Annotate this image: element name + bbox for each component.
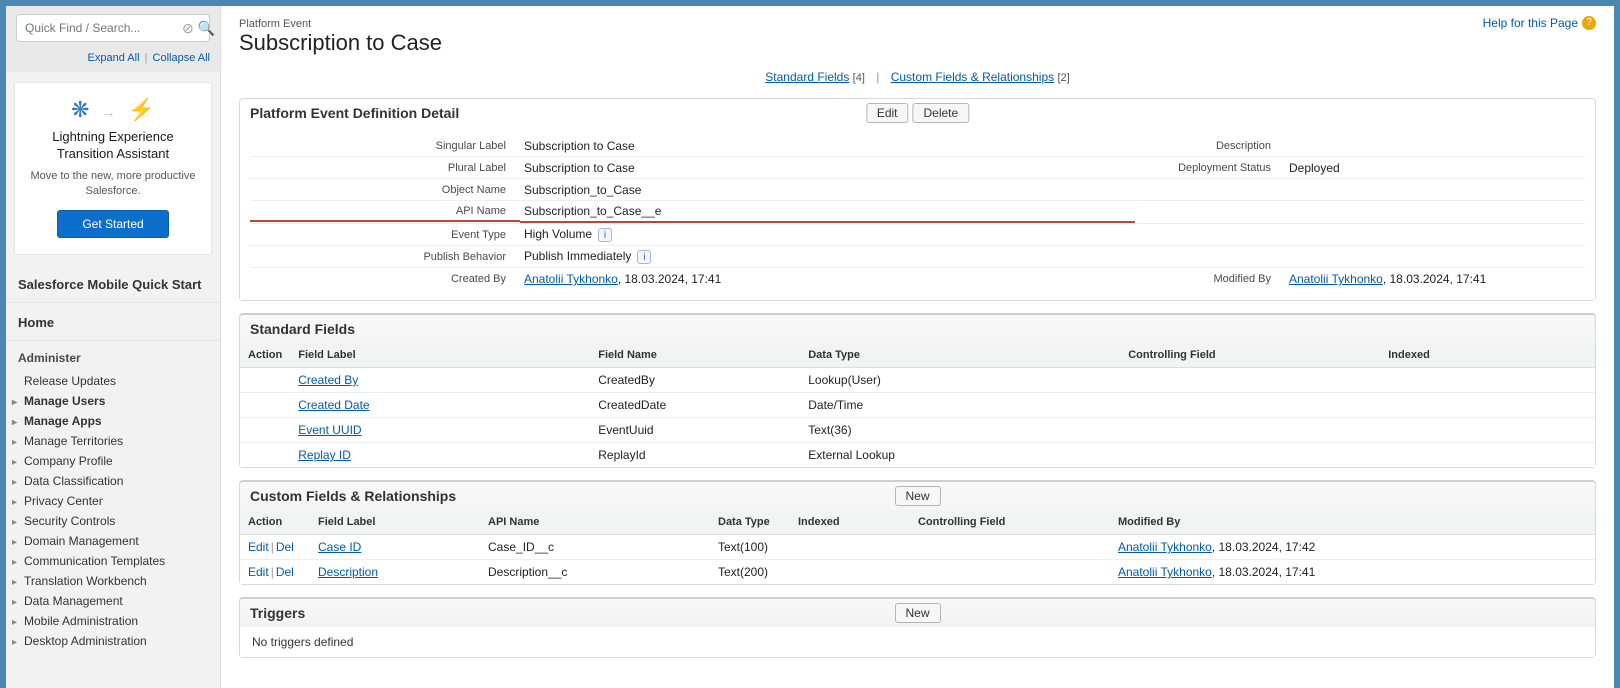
flower-icon: ❋ <box>71 97 89 122</box>
singular-label-value: Subscription to Case <box>520 136 1135 156</box>
definition-detail-heading: Platform Event Definition Detail <box>250 105 459 121</box>
sidebar-item[interactable]: Mobile Administration <box>24 611 220 631</box>
event-type-value: High Volumei <box>520 224 1135 245</box>
triggers-heading: Triggers <box>250 605 305 621</box>
table-row: Created DateCreatedDateDate/Time <box>240 393 1595 418</box>
sidebar-item[interactable]: Data Classification <box>24 471 220 491</box>
new-field-button[interactable]: New <box>894 486 940 506</box>
table-row: Edit|DelCase IDCase_ID__cText(100)Anatol… <box>240 535 1595 560</box>
definition-detail-section: Platform Event Definition Detail Edit De… <box>239 98 1596 301</box>
custom-fields-section: Custom Fields & Relationships New Action… <box>239 480 1596 585</box>
table-row: Edit|DelDescriptionDescription__cText(20… <box>240 560 1595 585</box>
custom-fields-heading: Custom Fields & Relationships <box>250 488 456 504</box>
delete-button[interactable]: Delete <box>913 103 970 123</box>
sidebar-item[interactable]: Company Profile <box>24 451 220 471</box>
sidebar-item[interactable]: Data Management <box>24 591 220 611</box>
sidebar-item[interactable]: Release Updates <box>24 371 220 391</box>
expand-all-link[interactable]: Expand All <box>88 52 140 64</box>
info-icon[interactable]: i <box>598 228 612 242</box>
del-link[interactable]: Del <box>276 565 294 579</box>
page-type: Platform Event <box>239 18 442 30</box>
sidebar-item[interactable]: Manage Territories <box>24 431 220 451</box>
triggers-empty-text: No triggers defined <box>240 627 1595 657</box>
deployment-status-value: Deployed <box>1285 158 1585 178</box>
sidebar-home[interactable]: Home <box>6 303 220 341</box>
new-trigger-button[interactable]: New <box>894 603 940 623</box>
page-title: Subscription to Case <box>239 30 442 56</box>
api-name-value: Subscription_to_Case__e <box>520 201 1135 223</box>
publish-behavior-value: Publish Immediatelyi <box>520 246 1135 267</box>
mobile-quick-start[interactable]: Salesforce Mobile Quick Start <box>6 265 220 303</box>
plural-label-value: Subscription to Case <box>520 158 1135 178</box>
object-name-value: Subscription_to_Case <box>520 180 1135 200</box>
created-by-value: Anatolii Tykhonko, 18.03.2024, 17:41 <box>520 269 1135 289</box>
created-by-user-link[interactable]: Anatolii Tykhonko <box>524 272 618 286</box>
clear-icon[interactable]: ⊘ <box>182 20 194 37</box>
lightning-icon: ⚡ <box>128 97 155 122</box>
edit-link[interactable]: Edit <box>248 540 269 554</box>
sidebar-item[interactable]: Desktop Administration <box>24 631 220 651</box>
sidebar-item[interactable]: Privacy Center <box>24 491 220 511</box>
help-icon: ? <box>1582 16 1596 30</box>
sidebar-item[interactable]: Security Controls <box>24 511 220 531</box>
quick-find-search[interactable]: ⊘ 🔍 <box>16 14 210 42</box>
field-label-link[interactable]: Created Date <box>298 398 369 412</box>
sidebar: ⊘ 🔍 Expand All | Collapse All ❋ → ⚡ Ligh… <box>6 6 221 688</box>
info-icon[interactable]: i <box>637 250 651 264</box>
sidebar-administer-heading: Administer <box>6 341 220 369</box>
main-content: Platform Event Subscription to Case Help… <box>221 6 1614 688</box>
anchor-standard-fields[interactable]: Standard Fields <box>765 70 849 84</box>
modified-by-value: Anatolii Tykhonko, 18.03.2024, 17:41 <box>1285 269 1585 289</box>
sidebar-item[interactable]: Manage Apps <box>24 411 220 431</box>
modified-by-link[interactable]: Anatolii Tykhonko <box>1118 565 1212 579</box>
lightning-promo: ❋ → ⚡ Lightning Experience Transition As… <box>14 82 212 255</box>
search-input[interactable] <box>23 17 182 39</box>
sidebar-item[interactable]: Manage Users <box>24 391 220 411</box>
collapse-all-link[interactable]: Collapse All <box>153 52 210 64</box>
table-row: Replay IDReplayIdExternal Lookup <box>240 443 1595 468</box>
promo-title: Lightning Experience Transition Assistan… <box>27 129 199 163</box>
description-value <box>1285 143 1585 149</box>
field-label-link[interactable]: Case ID <box>318 540 361 554</box>
modified-by-link[interactable]: Anatolii Tykhonko <box>1118 540 1212 554</box>
promo-desc: Move to the new, more productive Salesfo… <box>27 169 199 200</box>
del-link[interactable]: Del <box>276 540 294 554</box>
standard-fields-heading: Standard Fields <box>250 321 355 337</box>
help-link[interactable]: Help for this Page ? <box>1483 16 1596 30</box>
field-label-link[interactable]: Replay ID <box>298 448 351 462</box>
modified-by-user-link[interactable]: Anatolii Tykhonko <box>1289 272 1383 286</box>
field-label-link[interactable]: Created By <box>298 373 358 387</box>
anchor-custom-fields[interactable]: Custom Fields & Relationships <box>891 70 1054 84</box>
sidebar-item[interactable]: Translation Workbench <box>24 571 220 591</box>
edit-link[interactable]: Edit <box>248 565 269 579</box>
standard-fields-section: Standard Fields Action Field Label Field… <box>239 313 1596 468</box>
field-label-link[interactable]: Description <box>318 565 378 579</box>
sidebar-item[interactable]: Domain Management <box>24 531 220 551</box>
triggers-section: Triggers New No triggers defined <box>239 597 1596 658</box>
get-started-button[interactable]: Get Started <box>57 210 168 238</box>
sidebar-item[interactable]: Communication Templates <box>24 551 220 571</box>
search-icon[interactable]: 🔍 <box>198 20 215 37</box>
table-row: Event UUIDEventUuidText(36) <box>240 418 1595 443</box>
arrow-right-icon: → <box>96 104 122 120</box>
edit-button[interactable]: Edit <box>866 103 909 123</box>
field-label-link[interactable]: Event UUID <box>298 423 361 437</box>
table-row: Created ByCreatedByLookup(User) <box>240 368 1595 393</box>
